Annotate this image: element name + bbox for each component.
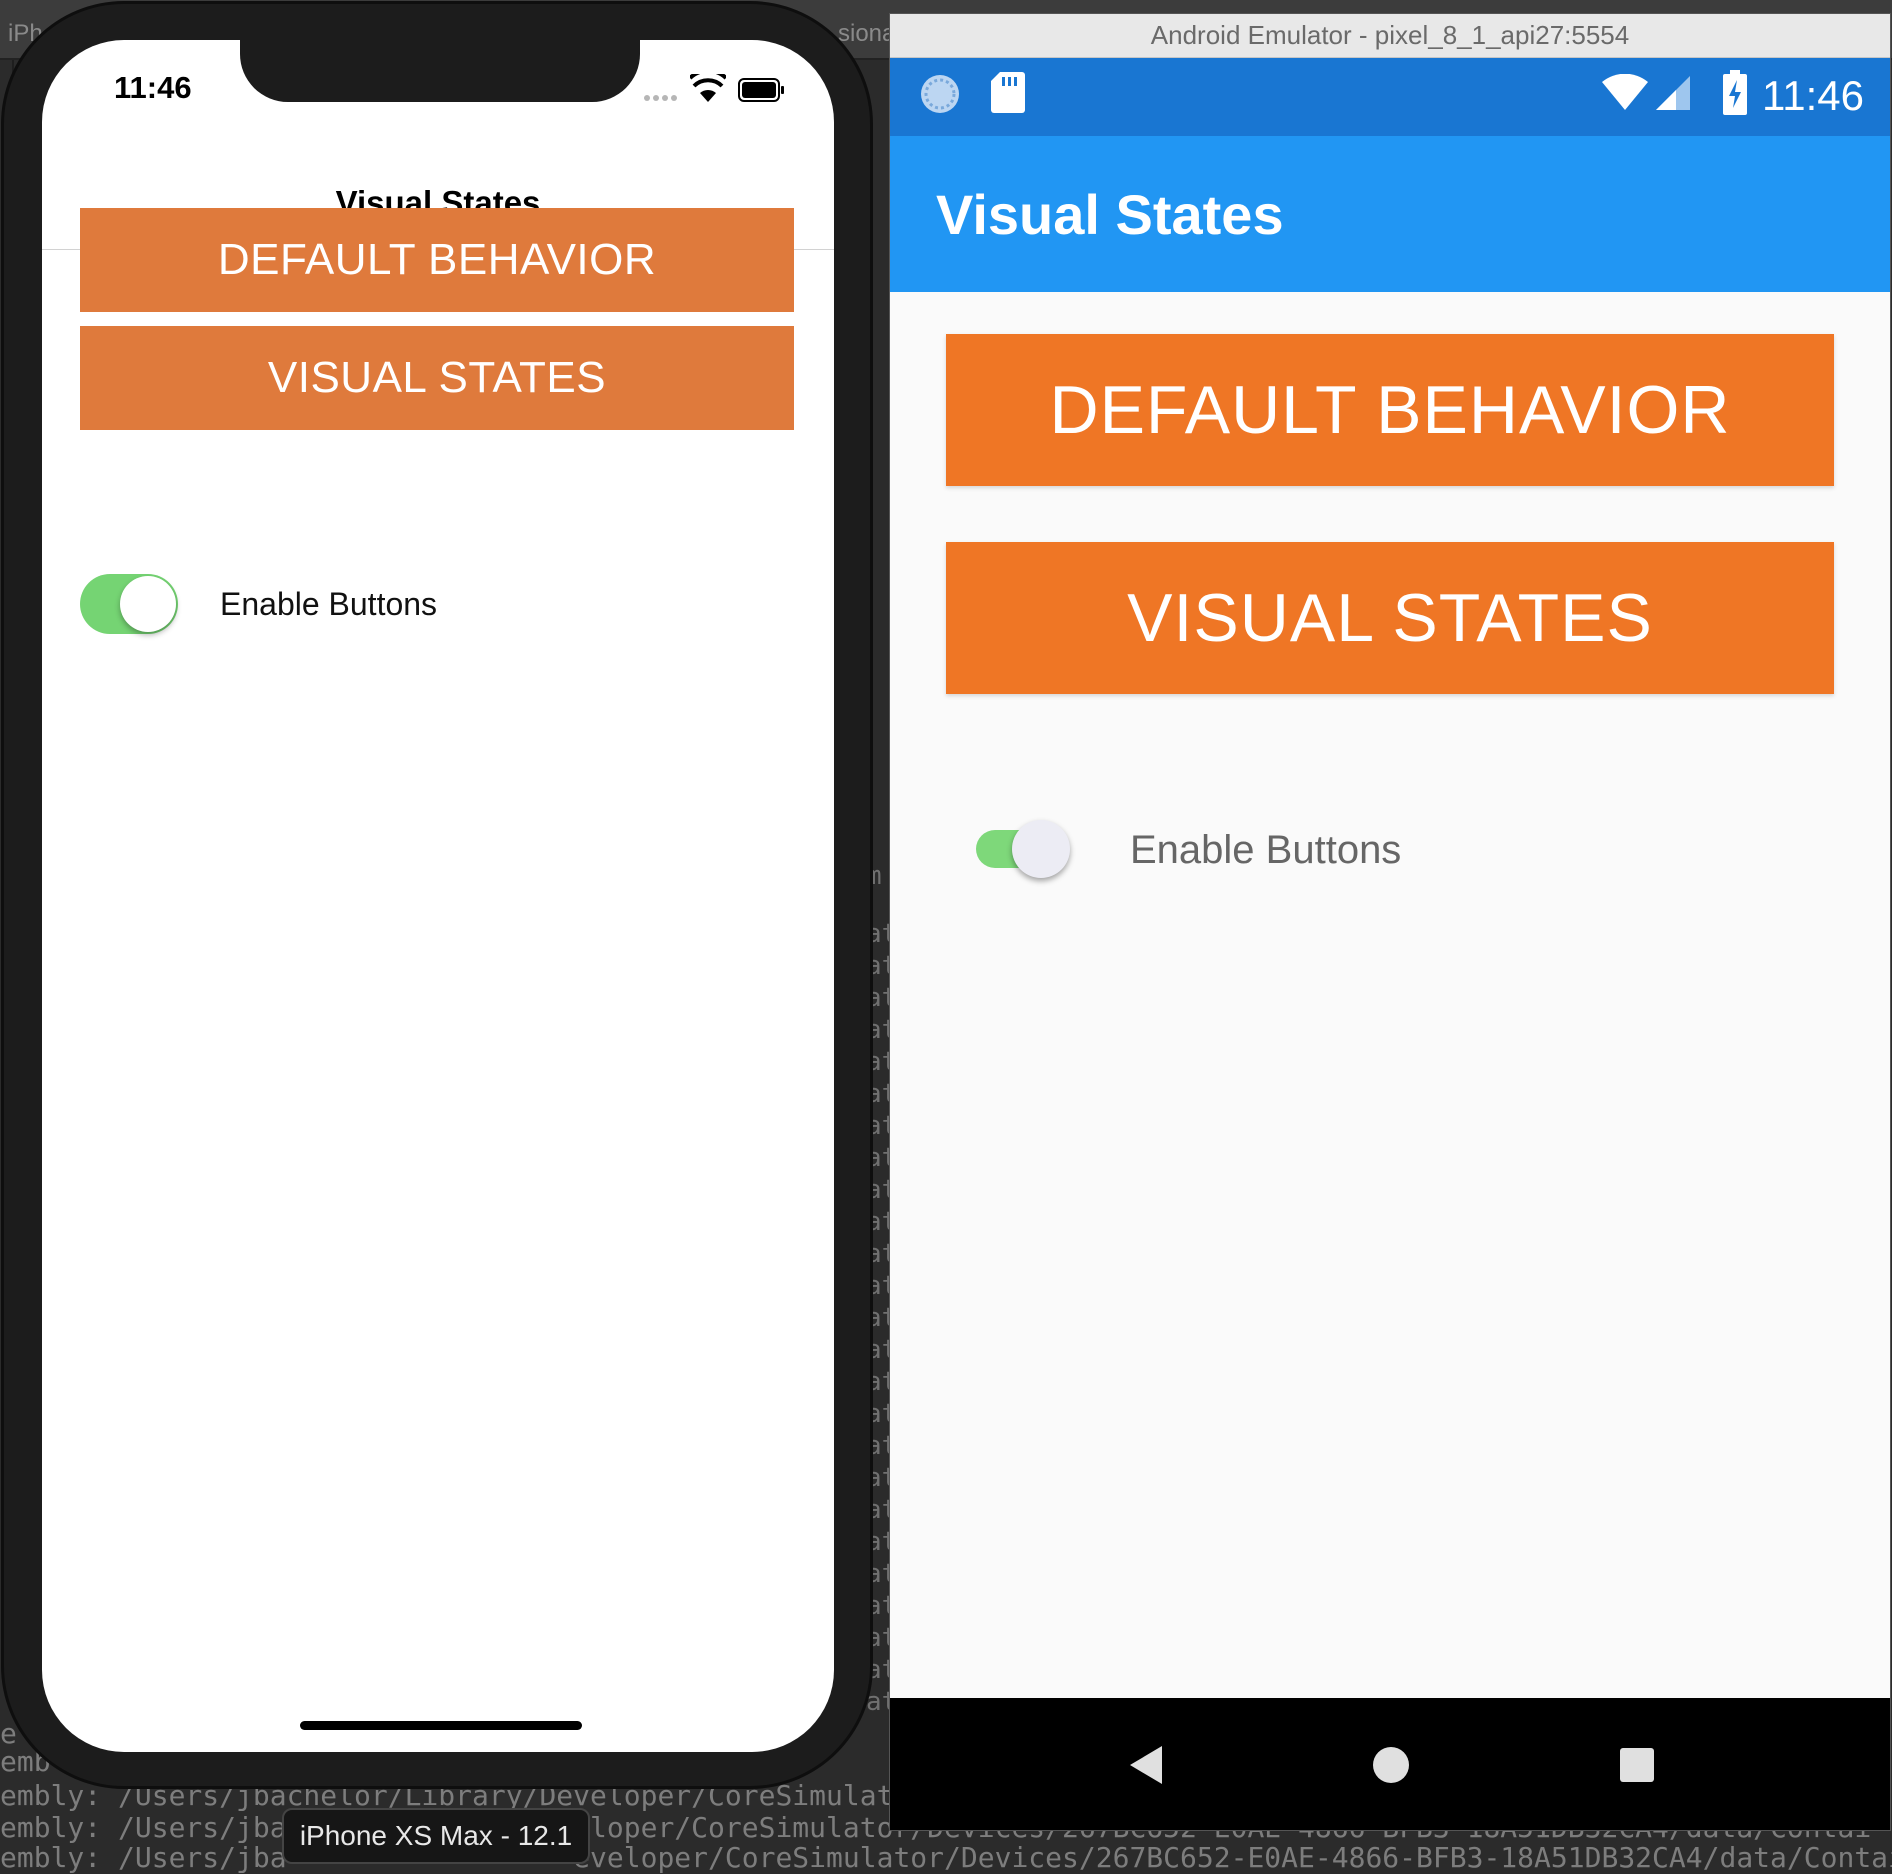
simulator-device-label: iPhone XS Max - 12.1 — [282, 1808, 590, 1864]
wifi-icon — [1602, 74, 1648, 110]
visual-states-button[interactable]: VISUAL STATES — [946, 542, 1834, 694]
signal-dots-icon — [644, 88, 680, 106]
iphone-simulator: 11:46 Visual States DEFAULT BEHAVIOR VIS… — [4, 4, 870, 1786]
recents-icon[interactable] — [1612, 1740, 1662, 1790]
switch-knob — [1012, 820, 1070, 878]
android-emulator: Android Emulator - pixel_8_1_api27:5554 … — [890, 14, 1890, 1830]
sd-card-icon — [991, 72, 1025, 113]
page-title: Visual States — [936, 183, 1284, 246]
enable-buttons-switch[interactable] — [976, 820, 1070, 878]
visual-states-button[interactable]: VISUAL STATES — [80, 326, 794, 430]
android-app-bar: Visual States — [890, 136, 1890, 292]
toolbar-fragment: siona — [838, 20, 896, 47]
cell-signal-icon — [1656, 76, 1690, 110]
battery-icon — [738, 78, 784, 102]
android-status-bar: 11:46 — [890, 58, 1890, 136]
home-indicator[interactable] — [300, 1721, 582, 1730]
default-behavior-button[interactable]: DEFAULT BEHAVIOR — [80, 208, 794, 312]
sync-icon — [921, 75, 959, 113]
status-time: 11:46 — [114, 70, 192, 105]
battery-charging-icon — [1723, 70, 1747, 115]
default-behavior-button[interactable]: DEFAULT BEHAVIOR — [946, 334, 1834, 486]
enable-buttons-label: Enable Buttons — [1130, 828, 1402, 872]
iphone-screen: 11:46 Visual States DEFAULT BEHAVIOR VIS… — [42, 40, 834, 1752]
home-icon[interactable] — [1366, 1740, 1416, 1790]
back-icon[interactable] — [1122, 1740, 1172, 1790]
console-column-fragment: at — [866, 1687, 898, 1717]
switch-knob — [120, 576, 176, 632]
enable-buttons-label: Enable Buttons — [220, 586, 438, 622]
enable-buttons-switch[interactable] — [80, 574, 178, 634]
ios-status-icons — [644, 74, 794, 108]
emulator-title-bar: Android Emulator - pixel_8_1_api27:5554 — [890, 14, 1890, 58]
android-navigation-bar — [890, 1698, 1890, 1830]
status-time: 11:46 — [1762, 72, 1864, 119]
iphone-notch — [240, 40, 640, 102]
wifi-icon — [690, 74, 726, 102]
